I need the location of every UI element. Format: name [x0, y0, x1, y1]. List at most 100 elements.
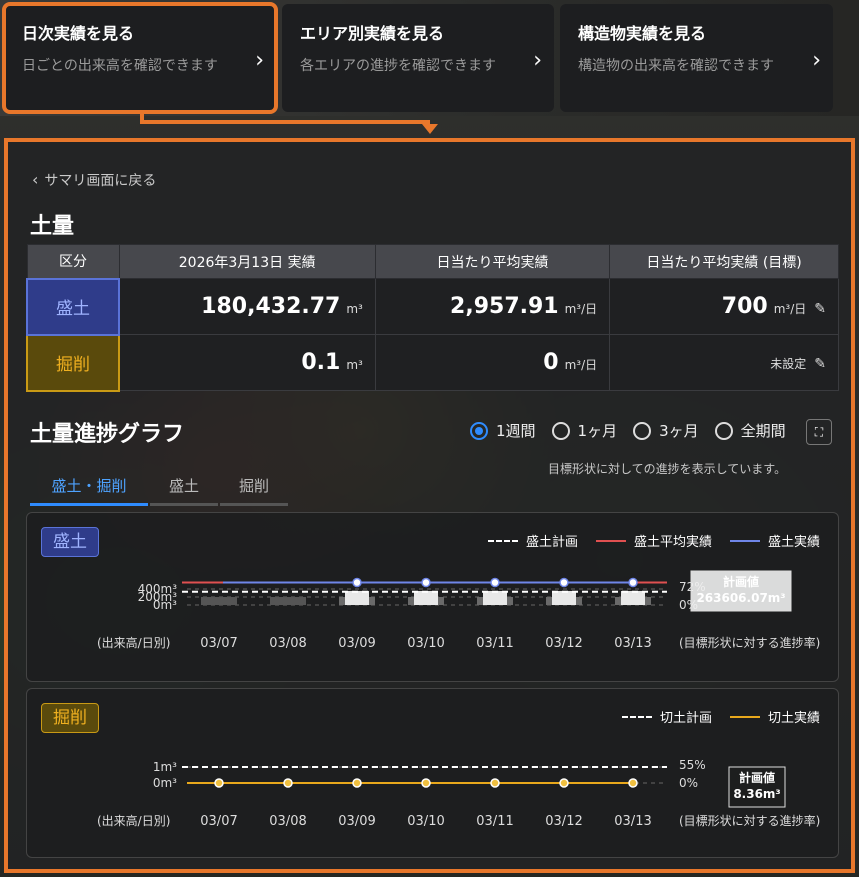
data-point: [490, 577, 500, 588]
x-tick-label: 03/11: [476, 636, 513, 651]
bar-highlight: [414, 591, 438, 605]
data-point: [352, 778, 362, 788]
arrow-down-icon: [422, 124, 438, 134]
pencil-icon[interactable]: ✎: [814, 356, 826, 372]
radio-1month[interactable]: 1ヶ月: [551, 420, 618, 441]
plan-value-label: 計画値: [723, 574, 759, 589]
x-tick-label: 03/11: [476, 814, 513, 829]
value: 0.1: [301, 350, 341, 375]
row-label-mori: 盛土: [26, 277, 120, 336]
radio-label: 全期間: [740, 422, 786, 440]
tab-bar: 盛土・掘削 盛土 掘削: [30, 468, 290, 506]
x-tick-label: 03/12: [545, 814, 582, 829]
x-axis-label: (目標形状に対する進捗率): [679, 813, 820, 828]
back-link-label: サマリ画面に戻る: [44, 173, 157, 189]
data-point: [214, 778, 224, 788]
data-point: [628, 577, 638, 588]
nav-card-daily[interactable]: 日次実績を見る 日ごとの出来高を確認できます ›: [2, 2, 278, 114]
radio-label: 1週間: [496, 422, 536, 440]
nav-card-area[interactable]: エリア別実績を見る 各エリアの進捗を確認できます ›: [282, 4, 554, 112]
bar: [201, 597, 237, 605]
tab-kussaku[interactable]: 掘削: [220, 468, 288, 506]
value: 2,957.91: [450, 294, 559, 319]
radio-label: 3ヶ月: [659, 422, 699, 440]
cell-actual: 180,432.77 m³: [118, 278, 376, 335]
x-axis-label: (出来高/日別): [97, 635, 170, 650]
x-tick-label: 03/07: [200, 636, 237, 651]
connector-line: [140, 120, 430, 124]
value: 700: [721, 294, 768, 319]
radio-3months[interactable]: 3ヶ月: [633, 420, 699, 441]
chevron-right-icon: ›: [533, 48, 542, 73]
plan-value-label: 計画値: [739, 770, 775, 785]
radio-1week[interactable]: 1週間: [470, 420, 536, 441]
y-tick-label: 1m³: [153, 760, 177, 774]
daily-results-panel: ‹ サマリ画面に戻る 土量 区分 2026年3月13日 実績 日当たり平均実績 日…: [4, 138, 855, 873]
nav-card-desc: 構造物の出来高を確認できます: [578, 58, 774, 74]
column-header: 区分: [26, 244, 120, 279]
x-tick-label: 03/10: [407, 636, 444, 651]
pencil-icon[interactable]: ✎: [814, 301, 826, 317]
unit: m³/日: [773, 302, 807, 316]
column-header: 2026年3月13日 実績: [118, 244, 376, 279]
back-link[interactable]: ‹ サマリ画面に戻る: [32, 170, 156, 190]
radio-dot: [714, 421, 733, 440]
summary-table: 区分 2026年3月13日 実績 日当たり平均実績 日当たり平均実績 (目標) …: [26, 244, 839, 392]
cell-target: 未設定 ✎: [609, 334, 839, 391]
cell-average: 2,957.91 m³/日: [374, 278, 611, 335]
unit: m³/日: [564, 358, 598, 372]
tab-mori[interactable]: 盛土: [150, 468, 218, 506]
radio-all[interactable]: 全期間: [714, 420, 786, 441]
right-tick-label: 55%: [679, 758, 706, 772]
y-tick-label: 0m³: [153, 776, 177, 790]
chart-svg-kussaku: 1m³ 0m³ 55% 0% 03/07 03/08 03/09 03/10 03/11 03/1…: [97, 758, 820, 829]
unit: m³: [346, 358, 363, 372]
x-tick-label: 03/12: [545, 636, 582, 651]
chart-mori: 盛土 盛土計画 盛土平均実績 盛土実績 400m³200m³0m³72%0%03…: [26, 512, 839, 682]
value: 0: [543, 350, 559, 375]
data-point: [628, 778, 638, 788]
bar: [270, 597, 306, 605]
chart-kussaku: 掘削 切土計画 切土実績 1m³ 0m³ 55% 0% 03/07 03/08 03/09 0…: [26, 688, 839, 858]
fullscreen-icon[interactable]: ⛶: [806, 419, 832, 445]
data-point: [490, 778, 500, 788]
x-axis-label: (目標形状に対する進捗率): [679, 635, 820, 650]
cell-average: 0 m³/日: [374, 334, 611, 391]
tab-mori-kussaku[interactable]: 盛土・掘削: [30, 468, 148, 506]
row-label-kussaku: 掘削: [26, 333, 120, 392]
data-point: [559, 778, 569, 788]
nav-card-title: 日次実績を見る: [22, 24, 135, 43]
graph-note: 目標形状に対しての進捗を表示しています。: [548, 462, 787, 476]
cell-actual: 0.1 m³: [118, 334, 376, 391]
x-tick-label: 03/08: [269, 636, 306, 651]
nav-card-structure[interactable]: 構造物実績を見る 構造物の出来高を確認できます ›: [560, 4, 833, 112]
graph-title: 土量進捗グラフ: [30, 422, 185, 447]
radio-dot: [551, 421, 570, 440]
bar-highlight: [483, 591, 507, 605]
nav-card-title: 構造物実績を見る: [578, 24, 707, 43]
bar-highlight: [552, 591, 576, 605]
table-row: 盛土 180,432.77 m³ 2,957.91 m³/日 700 m³/日 ✎: [26, 277, 839, 336]
x-tick-label: 03/13: [614, 814, 651, 829]
radio-label: 1ヶ月: [577, 422, 618, 440]
chevron-left-icon: ‹: [32, 170, 39, 189]
cell-target: 700 m³/日 ✎: [609, 278, 839, 335]
column-header: 日当たり平均実績: [374, 244, 611, 279]
x-tick-label: 03/08: [269, 814, 306, 829]
radio-dot: [470, 421, 488, 440]
right-tick-label: 0%: [679, 776, 698, 790]
x-tick-label: 03/10: [407, 814, 444, 829]
nav-card-desc: 日ごとの出来高を確認できます: [22, 58, 218, 74]
section-title: 土量: [30, 214, 75, 239]
plan-value: 263606.07m³: [696, 591, 785, 605]
table-row: 掘削 0.1 m³ 0 m³/日 未設定 ✎: [26, 333, 839, 392]
value: 未設定: [770, 357, 807, 371]
bar-highlight: [621, 591, 645, 605]
x-tick-label: 03/09: [338, 636, 375, 651]
table-header-row: 区分 2026年3月13日 実績 日当たり平均実績 日当たり平均実績 (目標): [26, 244, 839, 279]
y-tick-label: 0m³: [153, 598, 177, 612]
data-point: [559, 577, 569, 588]
data-point: [283, 778, 293, 788]
period-selector: 1週間 1ヶ月 3ヶ月 全期間: [470, 420, 802, 441]
value: 180,432.77: [201, 294, 341, 319]
